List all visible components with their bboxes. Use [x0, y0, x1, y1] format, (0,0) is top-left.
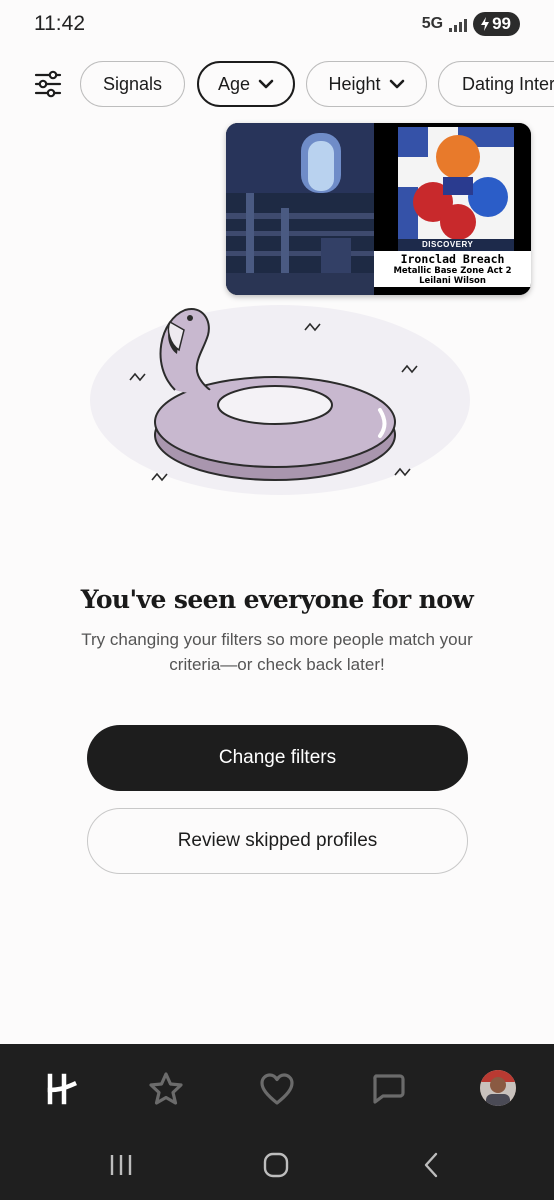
home-icon [263, 1152, 289, 1178]
album-label: DISCOVERY [398, 239, 514, 251]
review-skipped-profiles-button[interactable]: Review skipped profiles [87, 808, 468, 874]
battery-indicator: 99 [473, 12, 520, 36]
track-artist: Leilani Wilson [419, 276, 486, 286]
status-bar: 11:42 5G 99 [0, 0, 554, 50]
nav-home[interactable] [40, 1069, 80, 1109]
system-navigation-bar [0, 1130, 554, 1200]
home-button[interactable] [259, 1150, 293, 1180]
track-info: Ironclad Breach Metallic Base Zone Act 2… [374, 251, 531, 287]
nav-matches[interactable] [368, 1069, 408, 1109]
filter-sliders-icon[interactable] [33, 69, 63, 99]
filter-row: Signals Age Height Dating Inter [0, 61, 554, 107]
change-filters-button[interactable]: Change filters [87, 725, 468, 791]
recents-button[interactable] [104, 1150, 138, 1180]
nav-standouts[interactable] [146, 1069, 186, 1109]
music-overlay-card[interactable]: DISCOVERY Ironclad Breach Metallic Base … [226, 123, 531, 295]
filter-chip-height[interactable]: Height [306, 61, 427, 107]
album-art: DISCOVERY [398, 127, 514, 251]
chip-label: Signals [102, 73, 163, 94]
signal-icon [449, 16, 468, 32]
album-panel: DISCOVERY Ironclad Breach Metallic Base … [374, 123, 531, 295]
empty-state-title: You've seen everyone for now [80, 585, 474, 614]
chip-label: Dating Inter [462, 73, 554, 94]
flamingo-float-illustration [90, 305, 470, 495]
chevron-down-icon [258, 79, 274, 89]
filter-chip-dating-intentions[interactable]: Dating Inter [438, 61, 554, 107]
chat-icon [373, 1074, 405, 1104]
bottom-navigation [0, 1044, 554, 1130]
charging-bolt-icon [481, 17, 490, 31]
status-time: 11:42 [34, 12, 85, 35]
track-title: Ironclad Breach [400, 252, 505, 266]
profile-avatar[interactable] [480, 1070, 516, 1106]
nav-likes[interactable] [257, 1069, 297, 1109]
network-label: 5G [421, 15, 444, 32]
back-icon [424, 1152, 438, 1178]
star-icon [149, 1072, 183, 1105]
heart-icon [260, 1073, 294, 1105]
chip-label: Height [328, 73, 381, 94]
chevron-down-icon [389, 79, 404, 89]
empty-state-body: Try changing your filters so more people… [81, 630, 473, 674]
battery-level: 99 [492, 14, 511, 33]
filter-chip-signals[interactable]: Signals [80, 61, 185, 107]
filter-chip-age[interactable]: Age [197, 61, 295, 107]
status-indicators: 5G 99 [422, 12, 520, 36]
chip-label: Age [217, 73, 251, 94]
game-scene-image [226, 123, 374, 295]
recents-icon [110, 1155, 132, 1175]
album-art-image [398, 127, 514, 251]
back-button[interactable] [414, 1150, 448, 1180]
avatar-image [480, 1070, 516, 1106]
track-subtitle: Metallic Base Zone Act 2 [393, 266, 512, 276]
hinge-logo-icon [47, 1073, 77, 1105]
